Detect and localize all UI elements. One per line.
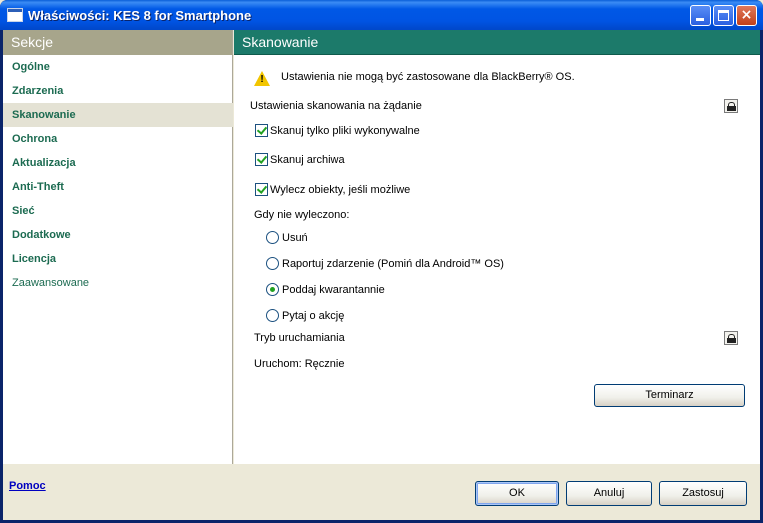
minimize-button[interactable] — [690, 5, 711, 26]
scan-lock-icon[interactable] — [724, 99, 738, 113]
cure-objects-label[interactable]: Wylecz obiekty, jeśli możliwe — [270, 184, 410, 196]
pane-title: Skanowanie — [234, 30, 760, 55]
radio-delete-label[interactable]: Usuń — [282, 232, 308, 244]
radio-delete[interactable] — [266, 231, 279, 244]
dialog-client: Sekcje Ogólne Zdarzenia Skanowanie Ochro… — [3, 30, 760, 520]
scanning-pane: Skanowanie ! Ustawienia nie mogą być zas… — [234, 30, 760, 464]
help-link[interactable]: Pomoc — [9, 480, 46, 492]
radio-report-label[interactable]: Raportuj zdarzenie (Pomiń dla Android™ O… — [282, 258, 504, 270]
scan-archives-label[interactable]: Skanuj archiwa — [270, 154, 345, 166]
sidebar-item-advanced[interactable]: Zaawansowane — [12, 277, 89, 289]
run-lock-icon[interactable] — [724, 331, 738, 345]
sidebar-item-anti-theft[interactable]: Anti-Theft — [12, 181, 64, 193]
scan-section-divider — [468, 106, 724, 107]
radio-quarantine-label[interactable]: Poddaj kwarantannie — [282, 284, 385, 296]
radio-report[interactable] — [266, 257, 279, 270]
radio-ask[interactable] — [266, 309, 279, 322]
scan-executables-checkbox[interactable] — [255, 124, 268, 137]
sections-sidebar: Sekcje Ogólne Zdarzenia Skanowanie Ochro… — [3, 30, 233, 464]
run-mode-value: Uruchom: Ręcznie — [254, 358, 345, 370]
title-bar[interactable]: Właściwości: KES 8 for Smartphone × — [0, 0, 763, 30]
window-title: Właściwości: KES 8 for Smartphone — [28, 8, 252, 23]
sidebar-item-general[interactable]: Ogólne — [12, 61, 50, 73]
close-icon: × — [740, 7, 753, 23]
radio-ask-label[interactable]: Pytaj o akcję — [282, 310, 344, 322]
scan-section-label: Ustawienia skanowania na żądanie — [250, 100, 422, 112]
scan-executables-label[interactable]: Skanuj tylko pliki wykonywalne — [270, 125, 420, 137]
close-button[interactable]: × — [736, 5, 757, 26]
not-cured-label: Gdy nie wyleczono: — [254, 209, 350, 221]
sidebar-item-additional[interactable]: Dodatkowe — [12, 229, 71, 241]
properties-window: Właściwości: KES 8 for Smartphone × Sekc… — [0, 0, 763, 523]
run-mode-section-label: Tryb uruchamiania — [254, 332, 345, 344]
ok-button[interactable]: OK — [475, 481, 559, 506]
run-section-divider — [426, 338, 724, 339]
window-icon — [7, 8, 23, 22]
maximize-button[interactable] — [713, 5, 734, 26]
warning-text: Ustawienia nie mogą być zastosowane dla … — [281, 71, 575, 83]
sidebar-header: Sekcje — [3, 30, 232, 55]
sidebar-item-scanning[interactable]: Skanowanie — [3, 103, 233, 127]
sidebar-item-events[interactable]: Zdarzenia — [12, 85, 63, 97]
sidebar-item-license[interactable]: Licencja — [12, 253, 56, 265]
schedule-button[interactable]: Terminarz — [594, 384, 745, 407]
scan-archives-checkbox[interactable] — [255, 153, 268, 166]
sidebar-item-protection[interactable]: Ochrona — [12, 133, 57, 145]
radio-quarantine[interactable] — [266, 283, 279, 296]
apply-button[interactable]: Zastosuj — [659, 481, 747, 506]
sidebar-item-network[interactable]: Sieć — [12, 205, 35, 217]
cure-objects-checkbox[interactable] — [255, 183, 268, 196]
cancel-button[interactable]: Anuluj — [566, 481, 652, 506]
sidebar-item-update[interactable]: Aktualizacja — [12, 157, 76, 169]
